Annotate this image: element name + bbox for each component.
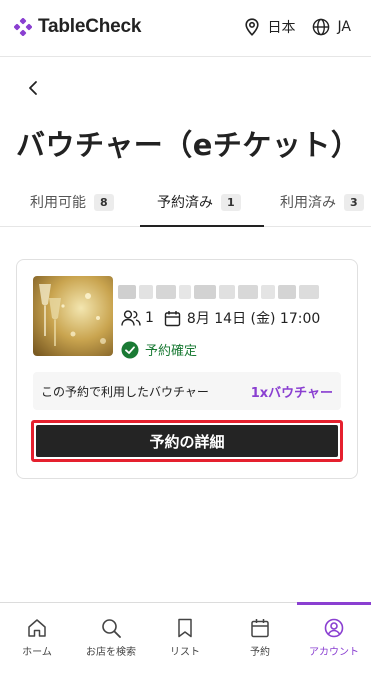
booking-datetime: 8月 14日 (金) 17:00 — [186, 311, 321, 327]
calendar-icon — [164, 310, 181, 326]
tab-available[interactable]: 利用可能 8 — [30, 192, 114, 212]
voucher-count-link[interactable]: 1xバウチャー — [251, 382, 333, 401]
tab-label: 利用済み — [280, 195, 336, 211]
voucher-usage-label: この予約で利用したバウチャー — [41, 385, 209, 399]
nav-label: アカウント — [309, 647, 359, 658]
nav-label: リスト — [170, 647, 200, 658]
nav-item-search[interactable]: お店を検索 — [74, 603, 148, 673]
logo-mark-icon — [14, 18, 32, 36]
restaurant-name-redacted — [118, 284, 326, 302]
nav-label: お店を検索 — [86, 647, 136, 658]
search-icon — [102, 619, 121, 638]
page-title: バウチャー（eチケット） — [16, 128, 361, 162]
account-icon — [324, 618, 344, 638]
region-label[interactable]: 日本 — [268, 17, 296, 37]
booking-card: 1 8月 14日 (金) 17:00 予約確定 この予約で利用したバウチャー 1… — [16, 259, 358, 479]
nav-item-reservations[interactable]: 予約 — [223, 603, 297, 673]
calendar-icon — [251, 619, 269, 638]
status-text: 予約確定 — [145, 344, 198, 359]
back-chevron-icon[interactable] — [24, 78, 44, 98]
reservation-details-button[interactable]: 予約の詳細 — [31, 420, 343, 462]
reservation-details-label: 予約の詳細 — [36, 425, 338, 457]
active-tab-indicator — [140, 225, 264, 227]
nav-item-list[interactable]: リスト — [148, 603, 222, 673]
booking-status: 予約確定 — [121, 340, 197, 359]
tablecheck-logo[interactable]: TableCheck — [14, 16, 141, 38]
tab-used[interactable]: 利用済み 3 — [280, 192, 364, 212]
check-circle-icon — [121, 341, 139, 358]
guest-count: 1 — [145, 310, 154, 326]
nav-item-home[interactable]: ホーム — [0, 603, 74, 673]
voucher-usage-row: この予約で利用したバウチャー 1xバウチャー — [33, 372, 341, 410]
globe-icon[interactable] — [312, 18, 330, 36]
nav-label: ホーム — [22, 647, 52, 658]
home-icon — [28, 619, 46, 637]
app-header: TableCheck 日本 JA — [0, 0, 371, 57]
restaurant-photo — [33, 276, 113, 356]
nav-label: 予約 — [250, 647, 270, 658]
nav-item-account[interactable]: アカウント — [297, 603, 371, 673]
bookmark-icon — [178, 618, 192, 638]
language-label[interactable]: JA — [338, 19, 351, 35]
tab-count-badge: 1 — [221, 193, 241, 211]
tab-count-badge: 8 — [94, 193, 114, 211]
logo-text: TableCheck — [38, 16, 142, 37]
tab-count-badge: 3 — [344, 193, 364, 211]
tab-label: 予約済み — [157, 195, 213, 211]
location-pin-icon[interactable] — [244, 18, 260, 36]
tab-label: 利用可能 — [30, 195, 86, 211]
tab-reserved[interactable]: 予約済み 1 — [157, 192, 241, 212]
voucher-tabs: 利用可能 8 予約済み 1 利用済み 3 — [0, 182, 371, 228]
bottom-nav: ホーム お店を検索 リスト 予約 アカウント — [0, 602, 371, 673]
guests-icon — [121, 310, 141, 326]
